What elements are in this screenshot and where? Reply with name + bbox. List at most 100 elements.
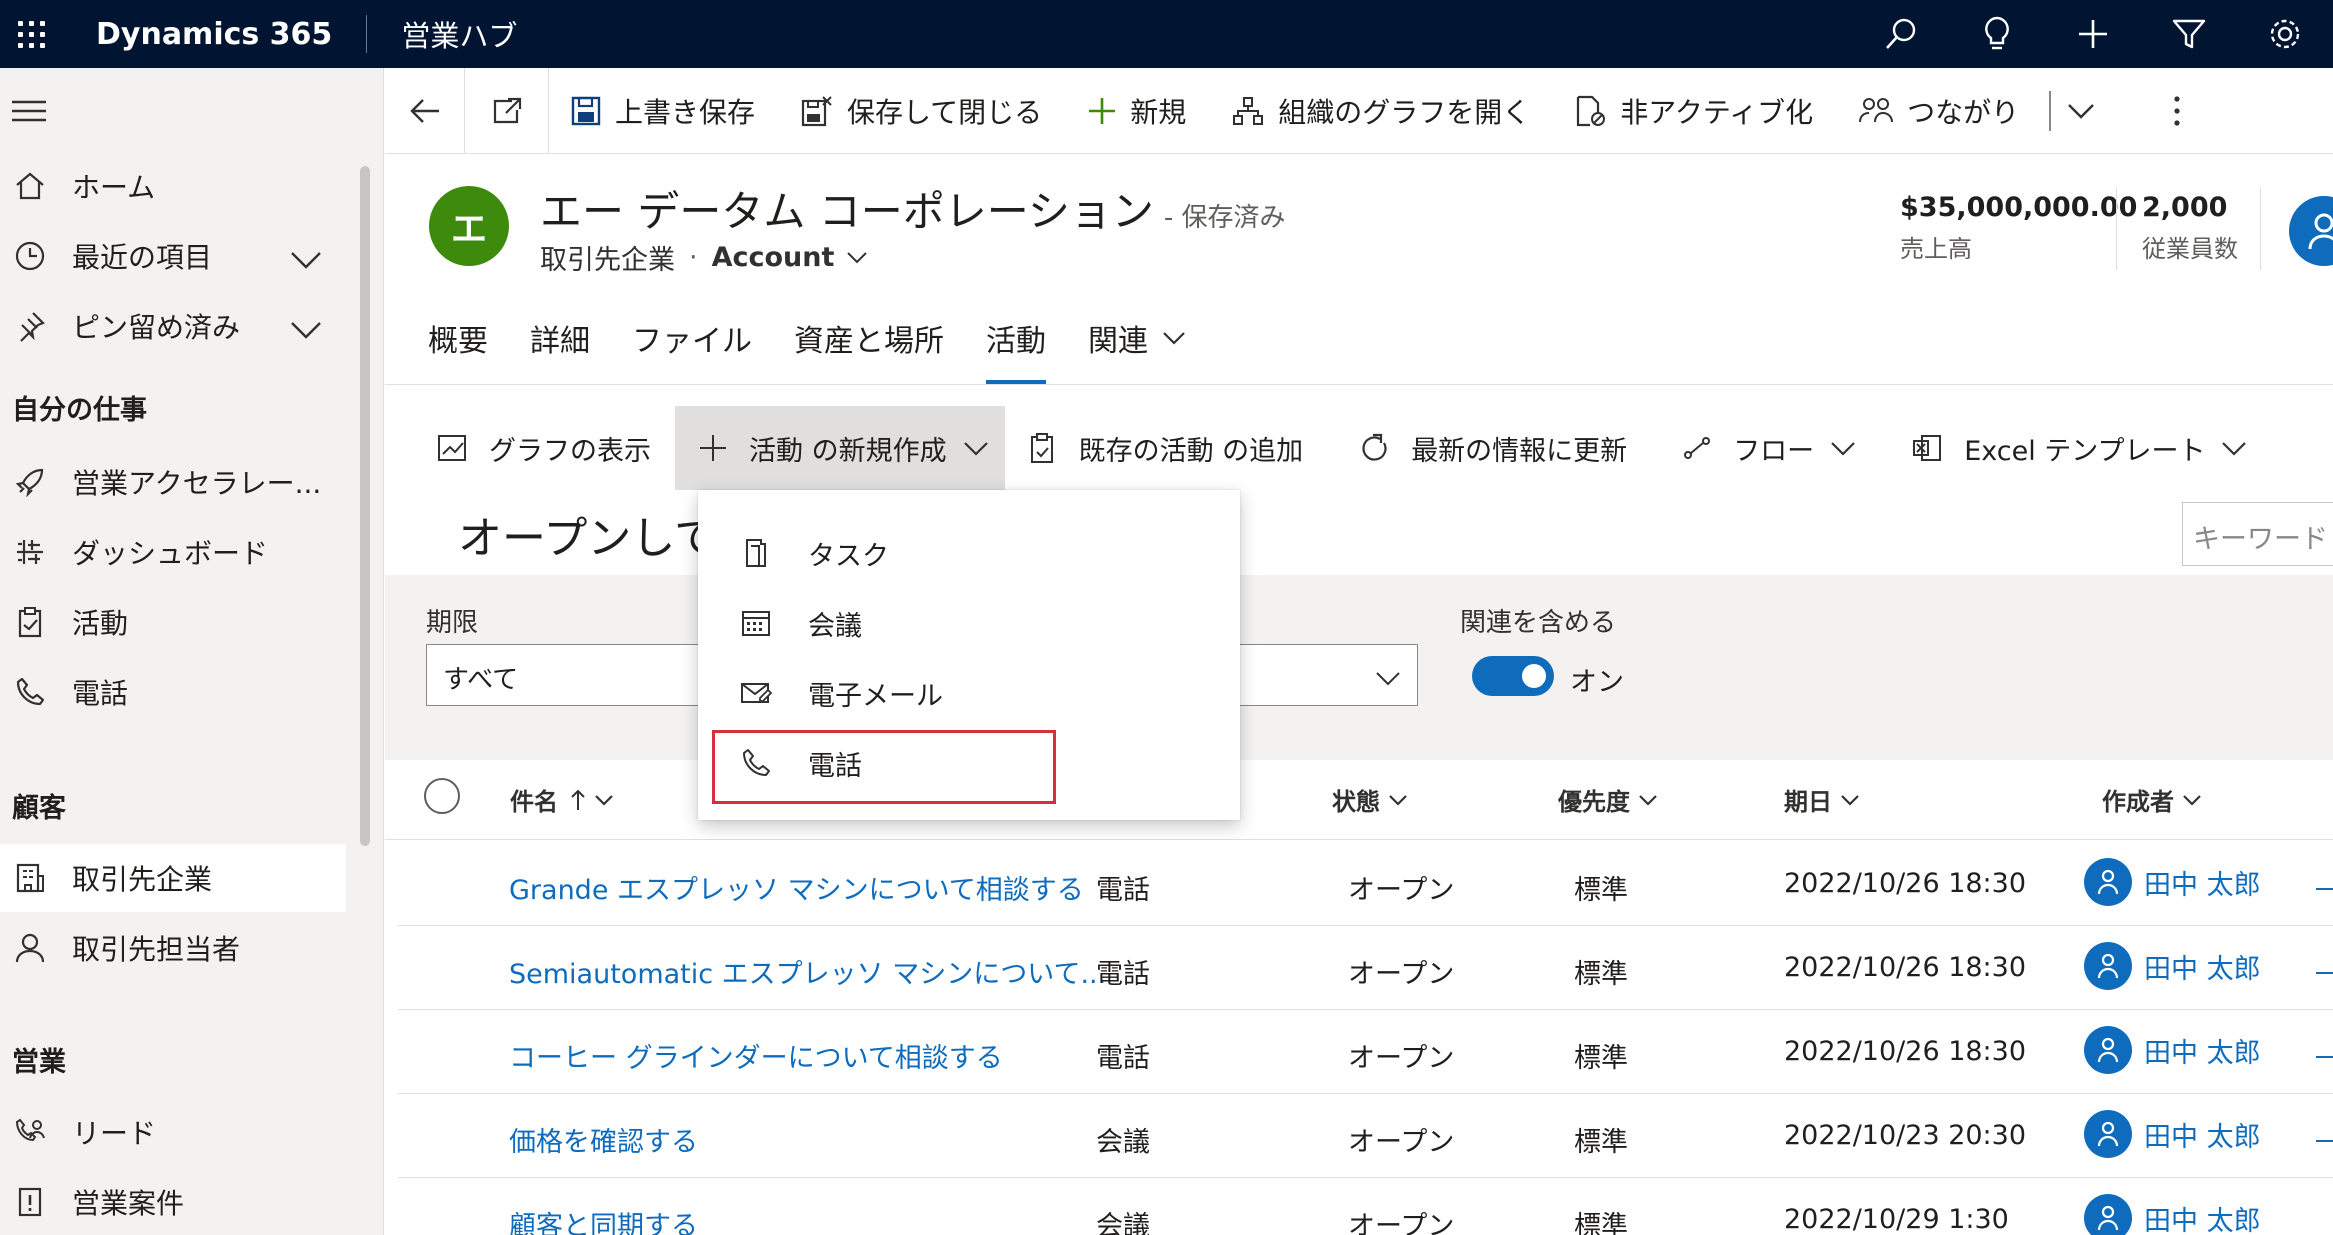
owner-name: 田中 太郎 <box>2144 1121 2261 1153</box>
kpi-value: 2,000 <box>2142 192 2228 223</box>
column-header-subject[interactable]: 件名 <box>510 782 614 817</box>
menu-item-task[interactable]: タスク <box>698 518 1240 588</box>
settings-button[interactable] <box>2237 0 2333 68</box>
open-in-new-window-button[interactable] <box>465 67 549 154</box>
tab-assets-locations[interactable]: 資産と場所 <box>794 308 944 384</box>
chevron-down-icon[interactable] <box>290 314 322 347</box>
nav-scrollbar[interactable] <box>360 166 370 846</box>
new-activity-button[interactable]: 活動 の新規作成 <box>675 406 1005 490</box>
row-owner-link[interactable]: 田中 太郎 <box>2084 1110 2261 1158</box>
sidebar-item-dashboard[interactable]: ダッシュボード <box>0 518 346 586</box>
refresh-button[interactable]: 最新の情報に更新 <box>1327 406 1651 490</box>
highlight-box <box>712 730 1056 804</box>
save-button[interactable]: 上書き保存 <box>549 68 779 154</box>
sort-ascending-icon <box>570 788 586 812</box>
sidebar-item-sales-accelerator[interactable]: 営業アクセラレー... <box>0 448 346 516</box>
sidebar-item-label: 電話 <box>72 677 129 710</box>
excel-icon <box>1912 434 1942 462</box>
sidebar-item-contacts[interactable]: 取引先担当者 <box>0 914 346 982</box>
row-subject-link[interactable]: コーヒー グラインダーについて相談する <box>509 1036 1003 1075</box>
org-chart-label: 組織のグラフを開く <box>1278 95 1531 129</box>
left-navigation: ホーム 最近の項目 ピン留め済み 自分の仕事 営業アクセラレー... ダッシュボ… <box>0 68 384 1235</box>
owner-avatar[interactable] <box>2289 196 2333 266</box>
org-chart-icon <box>1232 96 1264 126</box>
sidebar-item-home[interactable]: ホーム <box>0 152 346 220</box>
due-filter-select[interactable]: すべて <box>426 644 706 706</box>
show-chart-label: グラフの表示 <box>489 435 651 467</box>
tab-files[interactable]: ファイル <box>632 308 752 384</box>
sidebar-item-recent[interactable]: 最近の項目 <box>0 222 346 290</box>
search-button[interactable] <box>1853 0 1949 68</box>
sidebar-item-label: 取引先担当者 <box>72 933 241 966</box>
flow-icon <box>1683 436 1711 460</box>
nav-section-my-work: 自分の仕事 <box>12 395 147 426</box>
tab-related[interactable]: 関連 <box>1088 308 1186 384</box>
arrow-left-icon <box>409 98 439 123</box>
tab-activities[interactable]: 活動 <box>986 308 1046 384</box>
view-title[interactable]: オープンして <box>458 502 718 566</box>
nav-collapse-button[interactable] <box>0 68 383 154</box>
menu-item-meeting[interactable]: 会議 <box>698 588 1240 658</box>
sidebar-item-leads[interactable]: リード <box>0 1098 346 1166</box>
tab-summary[interactable]: 概要 <box>428 308 488 384</box>
row-owner-link[interactable]: 田中 太郎 <box>2084 942 2261 990</box>
phone-icon <box>12 674 48 710</box>
open-org-chart-button[interactable]: 組織のグラフを開く <box>1210 68 1554 154</box>
show-chart-button[interactable]: グラフの表示 <box>385 406 675 490</box>
truncated-cell <box>2316 888 2333 890</box>
save-and-close-button[interactable]: 保存して閉じる <box>779 68 1066 154</box>
brand-divider <box>366 15 368 53</box>
app-name[interactable]: 営業ハブ <box>401 13 517 55</box>
flow-button[interactable]: フロー <box>1651 406 1880 490</box>
new-record-button[interactable] <box>2045 0 2141 68</box>
sidebar-item-pinned[interactable]: ピン留め済み <box>0 292 346 360</box>
advanced-filter-button[interactable] <box>2141 0 2237 68</box>
lightbulb-icon <box>1985 16 2009 50</box>
chevron-down-icon[interactable] <box>290 244 322 277</box>
connect-dropdown-button[interactable] <box>2051 68 2111 154</box>
column-header-owner[interactable]: 作成者 <box>2102 782 2202 817</box>
row-subject-link[interactable]: 価格を確認する <box>509 1120 698 1159</box>
deactivate-icon <box>1576 95 1606 127</box>
row-owner-link[interactable]: 田中 太郎 <box>2084 1194 2261 1235</box>
column-header-status[interactable]: 状態 <box>1332 782 1408 817</box>
subgrid-command-bar: グラフの表示 活動 の新規作成 既存の活動 の追加 最新の情報に更新 フロー E… <box>385 400 2333 496</box>
row-subject-link[interactable]: Grande エスプレッソ マシンについて相談する <box>509 868 1084 907</box>
deactivate-button[interactable]: 非アクティブ化 <box>1554 68 1837 154</box>
excel-templates-button[interactable]: Excel テンプレート <box>1880 406 2271 490</box>
app-launcher-button[interactable] <box>0 0 62 68</box>
connect-button[interactable]: つながり <box>1837 68 2043 154</box>
connect-label: つながり <box>1907 95 2020 129</box>
truncated-cell <box>2316 1140 2333 1142</box>
row-owner-link[interactable]: 田中 太郎 <box>2084 858 2261 906</box>
row-subject-link[interactable]: 顧客と同期する <box>509 1204 698 1235</box>
new-button[interactable]: 新規 <box>1066 68 1210 154</box>
home-icon <box>12 168 48 204</box>
back-button[interactable] <box>385 67 465 154</box>
chevron-down-icon <box>847 251 868 263</box>
column-header-due[interactable]: 期日 <box>1784 782 1860 817</box>
include-related-toggle[interactable] <box>1472 656 1554 696</box>
form-selector[interactable]: Account <box>712 242 869 273</box>
tab-details[interactable]: 詳細 <box>530 308 590 384</box>
tips-button[interactable] <box>1949 0 2045 68</box>
due-filter-value: すべて <box>443 665 519 695</box>
row-due-date: 2022/10/26 18:30 <box>1784 868 2027 899</box>
more-commands-button[interactable] <box>2147 68 2207 154</box>
keyword-search-input[interactable]: キーワード <box>2182 502 2333 566</box>
row-status: オープン <box>1348 875 1455 906</box>
brand-title[interactable]: Dynamics 365 <box>96 17 332 52</box>
sidebar-item-activities[interactable]: 活動 <box>0 588 346 656</box>
row-subject-link[interactable]: Semiautomatic エスプレッソ マシンについて... <box>509 952 1106 991</box>
sidebar-item-phone[interactable]: 電話 <box>0 658 346 726</box>
select-all-checkbox[interactable] <box>424 778 460 814</box>
excel-label: Excel テンプレート <box>1964 435 2206 467</box>
row-owner-link[interactable]: 田中 太郎 <box>2084 1026 2261 1074</box>
sidebar-item-label: 取引先企業 <box>72 863 213 896</box>
sidebar-item-accounts[interactable]: 取引先企業 <box>0 844 346 912</box>
sidebar-item-opportunities[interactable]: 営業案件 <box>0 1168 346 1235</box>
menu-item-email[interactable]: 電子メール <box>698 658 1240 728</box>
column-header-priority[interactable]: 優先度 <box>1558 782 1658 817</box>
add-existing-activity-button[interactable]: 既存の活動 の追加 <box>1005 406 1328 490</box>
record-subtitle: 取引先企業 · Account <box>540 238 868 277</box>
